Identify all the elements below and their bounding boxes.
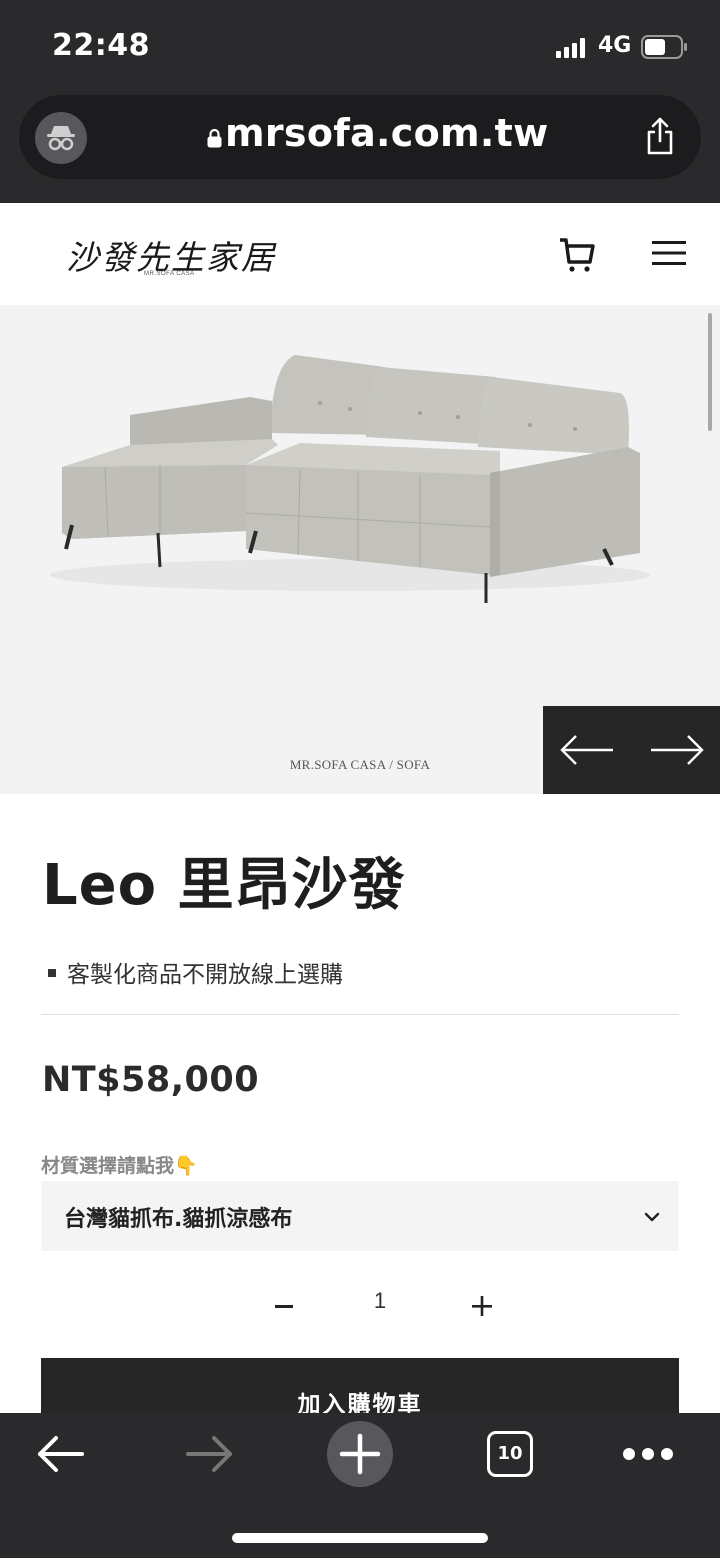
- material-selected-value: 台灣貓抓布.貓抓涼感布: [64, 1207, 293, 1232]
- product-price: NT$58,000: [42, 1060, 260, 1100]
- more-options-icon[interactable]: [622, 1447, 674, 1461]
- browser-bottom-toolbar: 10: [0, 1413, 720, 1558]
- network-type: 4G: [598, 33, 632, 58]
- lock-icon: [207, 128, 222, 148]
- site-header: 沙發先生家居 MR.SOFA CASA: [0, 203, 720, 305]
- quantity-value[interactable]: 1: [370, 1288, 390, 1314]
- incognito-icon: [47, 126, 75, 151]
- chevron-down-icon: [644, 1212, 660, 1222]
- hamburger-menu-icon[interactable]: [652, 239, 686, 267]
- home-indicator[interactable]: [232, 1533, 488, 1543]
- logo-subtext: MR.SOFA CASA: [144, 271, 195, 277]
- cellular-signal-icon: [556, 38, 585, 58]
- plus-icon: [339, 1433, 381, 1475]
- product-note: 客製化商品不開放線上選購: [48, 955, 343, 989]
- battery-icon: [641, 35, 687, 59]
- new-tab-button[interactable]: [327, 1421, 393, 1487]
- product-image-carousel[interactable]: MR.SOFA CASA / SOFA: [0, 305, 720, 794]
- status-bar: 22:48 4G: [0, 0, 720, 92]
- arrow-right-icon[interactable]: [649, 732, 705, 768]
- image-scrollbar[interactable]: [708, 313, 712, 431]
- product-title: Leo 里昂沙發: [42, 853, 406, 918]
- quantity-decrease-button[interactable]: [272, 1290, 298, 1320]
- tab-count: 10: [497, 1443, 523, 1464]
- incognito-button[interactable]: [35, 112, 87, 164]
- material-select[interactable]: 台灣貓抓布.貓抓涼感布: [41, 1181, 679, 1251]
- address-bar[interactable]: mrsofa.com.tw: [19, 95, 701, 179]
- material-label: 材質選擇請點我👇: [41, 1155, 198, 1177]
- forward-arrow-icon[interactable]: [186, 1433, 234, 1475]
- tabs-button[interactable]: 10: [487, 1431, 533, 1477]
- product-note-text: 客製化商品不開放線上選購: [67, 962, 343, 988]
- url-text: mrsofa.com.tw: [225, 111, 549, 155]
- browser-toolbar: mrsofa.com.tw: [0, 92, 720, 203]
- divider: [41, 1014, 679, 1015]
- quantity-increase-button[interactable]: [470, 1294, 494, 1318]
- status-time: 22:48: [52, 28, 150, 63]
- cart-icon[interactable]: [558, 235, 596, 273]
- back-arrow-icon[interactable]: [36, 1433, 84, 1475]
- bullet-icon: [48, 968, 56, 977]
- add-to-cart-button[interactable]: 加入購物車: [41, 1358, 679, 1420]
- carousel-controls: [543, 706, 720, 794]
- share-icon[interactable]: [645, 117, 675, 155]
- site-logo[interactable]: 沙發先生家居 MR.SOFA CASA: [66, 231, 274, 279]
- arrow-left-icon[interactable]: [559, 732, 615, 768]
